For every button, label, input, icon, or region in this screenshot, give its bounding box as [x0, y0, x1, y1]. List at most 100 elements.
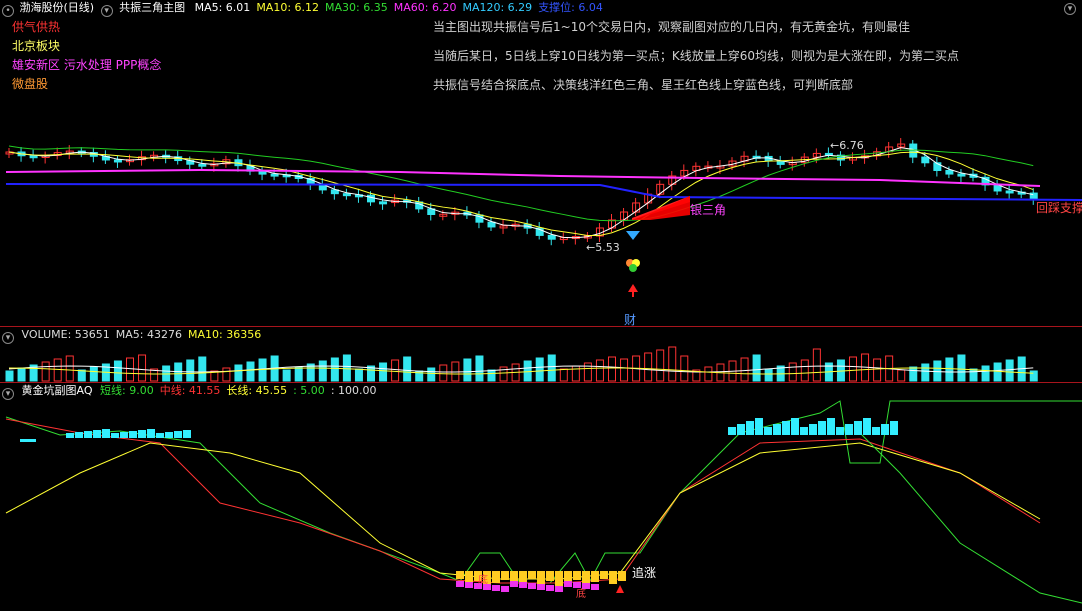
price-chart[interactable]: ←6.76 ←5.53 银三角 回踩支撑财: [0, 0, 1082, 326]
cyan-bar: [791, 418, 799, 435]
cyan-bar: [863, 418, 871, 435]
diamond-icon: [626, 231, 640, 240]
cyan-bar: [872, 427, 880, 435]
magenta-pit-bar: [492, 585, 500, 591]
cyan-bar: [818, 421, 826, 435]
volume-bar: [559, 368, 568, 382]
low-price-label: ←5.53: [586, 241, 620, 254]
cai-label: 财: [624, 313, 636, 326]
volume-bar: [608, 356, 616, 382]
candle: [113, 159, 122, 163]
cyan-bar: [84, 431, 92, 438]
candle: [379, 201, 388, 205]
chase-label: 追涨: [632, 565, 656, 580]
silver-triangle-label: 银三角: [690, 203, 726, 217]
volume-bar: [993, 362, 1002, 382]
volume-bar: [186, 359, 195, 382]
volume-bar: [945, 357, 954, 382]
candle: [945, 170, 954, 175]
volume-bar: [439, 364, 448, 382]
volume-bar: [595, 359, 604, 382]
cyan-bar: [183, 430, 191, 438]
volume-bar: [89, 366, 98, 382]
gold-pit-bar: [582, 571, 590, 585]
volume-bar: [752, 354, 761, 382]
candle: [921, 156, 930, 164]
volume-bar: [126, 357, 134, 382]
magenta-pit-bar: [591, 584, 599, 590]
volume-bar: [379, 362, 388, 382]
cyan-bar: [20, 439, 36, 442]
candle: [957, 173, 966, 177]
gold-pit-bar: [456, 571, 464, 579]
support-line: [5, 183, 1082, 201]
cyan-bar: [809, 424, 817, 435]
volume-bar: [17, 367, 26, 382]
volume-bar: [342, 354, 351, 382]
volume-bar: [788, 362, 797, 382]
volume-bar: [475, 355, 484, 382]
volume-bar: [391, 359, 400, 382]
gold-pit-bar: [546, 571, 554, 581]
volume-bar: [921, 363, 930, 382]
volume-bar: [1005, 359, 1014, 382]
volume-bar: [764, 368, 773, 382]
volume-bar: [969, 368, 978, 382]
ball-icon: [629, 264, 637, 272]
volume-bar: [680, 355, 689, 382]
magenta-pit-bar: [501, 586, 509, 592]
gold-pit-bar: [600, 571, 608, 579]
cyan-bar: [854, 421, 862, 435]
volume-bar: [957, 354, 966, 382]
magenta-pit-bar: [519, 582, 527, 588]
magenta-pit-bar: [456, 581, 464, 587]
gold-pit-bar: [591, 571, 599, 582]
cyan-bar: [174, 431, 182, 438]
cyan-bar: [147, 429, 155, 438]
golden-pit-chart[interactable]: 底底追涨: [0, 383, 1082, 611]
volume-bar: [234, 364, 243, 382]
support-label: 回踩支撑: [1036, 200, 1082, 215]
long-down-line: [859, 432, 1082, 604]
cyan-bar: [165, 432, 173, 438]
candle: [547, 234, 556, 240]
volume-bar: [644, 352, 653, 382]
ma5-line: [8, 147, 1034, 239]
chase-arrow-icon: [616, 585, 624, 593]
cyan-bar: [102, 429, 110, 438]
gold-pit-bar: [537, 571, 545, 584]
volume-bar: [318, 360, 327, 382]
candle: [487, 221, 496, 228]
cyan-bar: [782, 421, 790, 435]
cyan-bar: [836, 427, 844, 435]
cyan-bar: [881, 424, 889, 435]
volume-bar: [523, 360, 532, 382]
ma10-line: [8, 151, 1034, 236]
volume-bar: [5, 370, 14, 382]
volume-bar: [138, 354, 147, 382]
candle: [29, 155, 38, 159]
volume-bar: [77, 369, 86, 382]
cyan-bar: [773, 424, 781, 435]
volume-bar: [849, 356, 857, 382]
up-arrow-icon: [628, 284, 638, 292]
volume-bar: [487, 369, 496, 382]
gold-pit-bar: [519, 571, 527, 582]
volume-bar: [656, 349, 665, 382]
gold-pit-bar: [609, 571, 617, 584]
cyan-bar: [75, 432, 83, 438]
volume-bar: [330, 357, 339, 382]
gold-pit-bar: [573, 571, 581, 580]
magenta-pit-bar: [573, 582, 581, 588]
magenta-pit-bar: [528, 583, 536, 589]
cyan-bar: [845, 424, 853, 435]
volume-bar: [65, 355, 74, 382]
magenta-pit-bar: [564, 581, 572, 587]
volume-bar: [800, 359, 809, 382]
volume-bar: [354, 368, 363, 382]
volume-bar: [113, 360, 122, 382]
mid-line: [5, 418, 1041, 584]
cyan-bar: [129, 431, 137, 438]
gold-pit-bar: [528, 571, 536, 579]
volume-chart[interactable]: [0, 327, 1082, 383]
